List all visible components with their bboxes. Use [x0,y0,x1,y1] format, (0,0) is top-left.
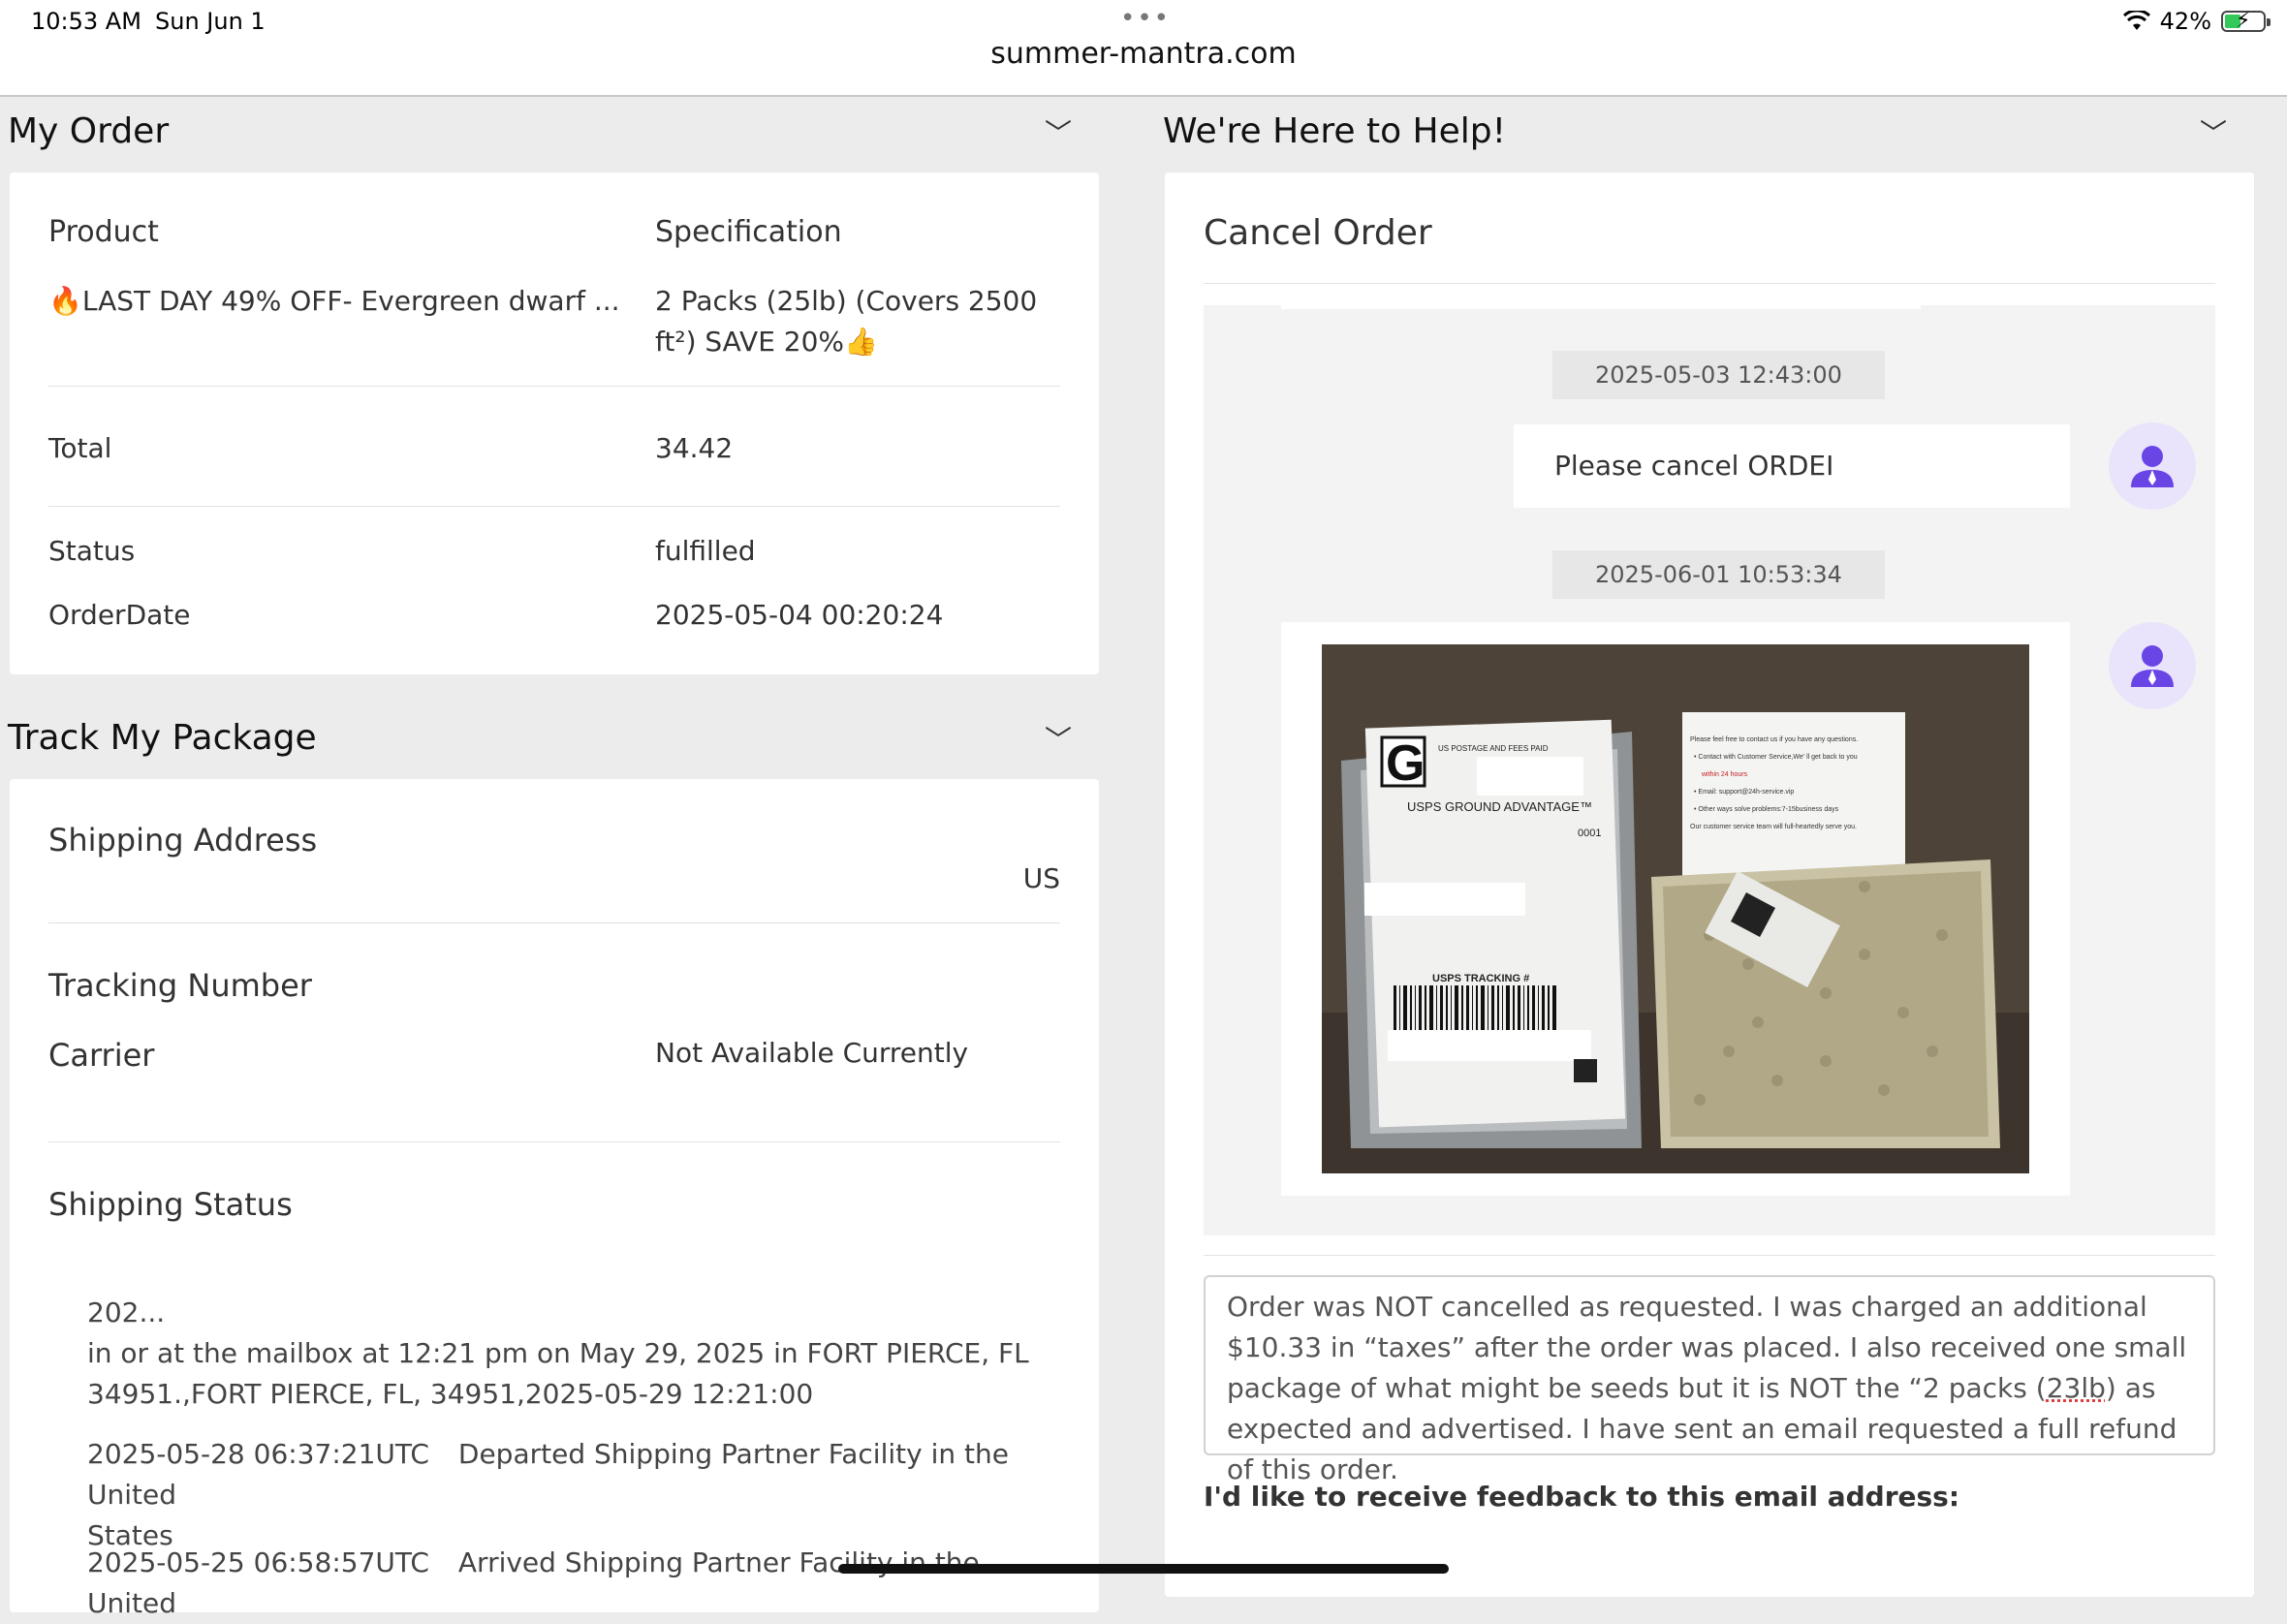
divider [48,922,1060,923]
comment-text: Order was NOT cancelled as requested. I … [1227,1291,2186,1404]
status-date: Sun Jun 1 [155,8,266,35]
event-date-partial: 202... [87,1293,1056,1333]
product-name[interactable]: 🔥LAST DAY 49% OFF- Evergreen dwarf ... [48,281,620,322]
message-timestamp: 2025-06-01 10:53:34 [1552,550,1885,599]
previous-message-bubble [1281,305,1921,309]
note-line: within 24 hours [1701,771,1748,778]
divider [48,1141,1060,1142]
wifi-icon [2123,11,2150,32]
divider [48,386,1060,387]
total-label: Total [48,428,111,469]
specification-label: Specification [655,215,842,249]
message-text: Please cancel ORDEI [1554,450,1833,482]
my-order-title: My Order [8,111,169,151]
spec-line2: ft²) SAVE 20%👍 [655,322,878,362]
note-line: • Email: support@24h-service.vip [1694,789,1794,796]
my-order-header[interactable]: My Order [8,101,169,161]
event-desc: 34951.,FORT PIERCE, FL, 34951,2025-05-29… [87,1374,1056,1415]
comment-misspelled-word: 23lb [2047,1372,2106,1404]
total-value: 34.42 [655,428,733,469]
user-avatar [2109,622,2196,709]
status-label: Status [48,531,135,572]
status-time: 10:53 AM [31,8,141,35]
chevron-down-icon[interactable]: ﹀ [1045,112,1072,151]
event-desc: in or at the mailbox at 12:21 pm on May … [87,1333,1056,1374]
more-dots-icon[interactable]: ••• [1120,4,1171,33]
note-line: Please feel free to contact us if you ha… [1690,736,1858,743]
product-label: Product [48,215,159,249]
label-service: USPS GROUND ADVANTAGE™ [1407,799,1592,814]
note-line: • Contact with Customer Service,We' ll g… [1694,754,1858,761]
tracking-event: 2025-05-28 06:37:21UTC Departed Shipping … [87,1434,1056,1556]
orderdate-value: 2025-05-04 00:20:24 [655,595,943,636]
status-bar: 10:53 AM Sun Jun 1 ••• summer-mantra.com… [0,0,2287,97]
tracking-event: 202... in or at the mailbox at 12:21 pm … [87,1293,1056,1415]
carrier-label: Carrier [48,1037,154,1074]
status-indicators: 42% ⚡ [2123,8,2266,35]
note-line: • Other ways solve problems:7-15business… [1694,806,1839,813]
track-package-header[interactable]: Track My Package [8,707,317,767]
status-value: fulfilled [655,531,756,572]
carrier-value: Not Available Currently [655,1033,968,1074]
chevron-down-icon[interactable]: ﹀ [1045,719,1072,758]
battery-percent: 42% [2160,8,2211,35]
address-bar-url[interactable]: summer-mantra.com [0,37,2287,71]
note-line: Our customer service team will full-hear… [1690,824,1857,830]
message-bubble: Please cancel ORDEI [1514,424,2070,508]
user-avatar-icon [2127,441,2177,491]
tracking-number-label: Tracking Number [48,967,312,1004]
tracking-event: 2025-05-25 06:58:57UTC Arrived Shipping P… [87,1543,1056,1624]
spec-line1: 2 Packs (25lb) (Covers 2500 [655,281,1037,322]
event-date: 2025-05-25 06:58:57UTC [87,1546,429,1578]
home-indicator[interactable] [838,1564,1449,1574]
shipping-status-label: Shipping Status [48,1186,293,1223]
user-avatar-icon [2127,640,2177,691]
divider [1204,1255,2215,1256]
package-photo[interactable]: G US POSTAGE AND FEES PAID USPS GROUND A… [1322,644,2029,1173]
shipping-address-value: US [1023,859,1060,899]
label-postage: US POSTAGE AND FEES PAID [1438,744,1549,753]
track-package-title: Track My Package [8,718,317,758]
feedback-email-label: I'd like to receive feedback to this ema… [1204,1481,1959,1513]
orderdate-label: OrderDate [48,595,191,636]
shipping-address-label: Shipping Address [48,822,317,859]
help-header[interactable]: We're Here to Help! [1163,101,1506,161]
help-title: We're Here to Help! [1163,111,1506,151]
message-timestamp: 2025-05-03 12:43:00 [1552,351,1885,399]
user-avatar [2109,422,2196,510]
divider [1204,283,2215,284]
event-date: 2025-05-28 06:37:21UTC [87,1438,429,1470]
divider [48,506,1060,507]
battery-icon: ⚡ [2221,11,2266,32]
my-order-card: Product Specification 🔥LAST DAY 49% OFF-… [10,172,1099,674]
chevron-down-icon[interactable]: ﹀ [2200,112,2227,151]
cancel-order-title: Cancel Order [1204,213,1432,253]
label-tracking-hdr: USPS TRACKING # [1432,973,1529,984]
label-code: 0001 [1578,828,1601,839]
package-photo-drawing: G US POSTAGE AND FEES PAID USPS GROUND A… [1322,644,2029,1173]
comment-textarea[interactable]: Order was NOT cancelled as requested. I … [1204,1275,2215,1455]
label-g: G [1386,735,1425,792]
